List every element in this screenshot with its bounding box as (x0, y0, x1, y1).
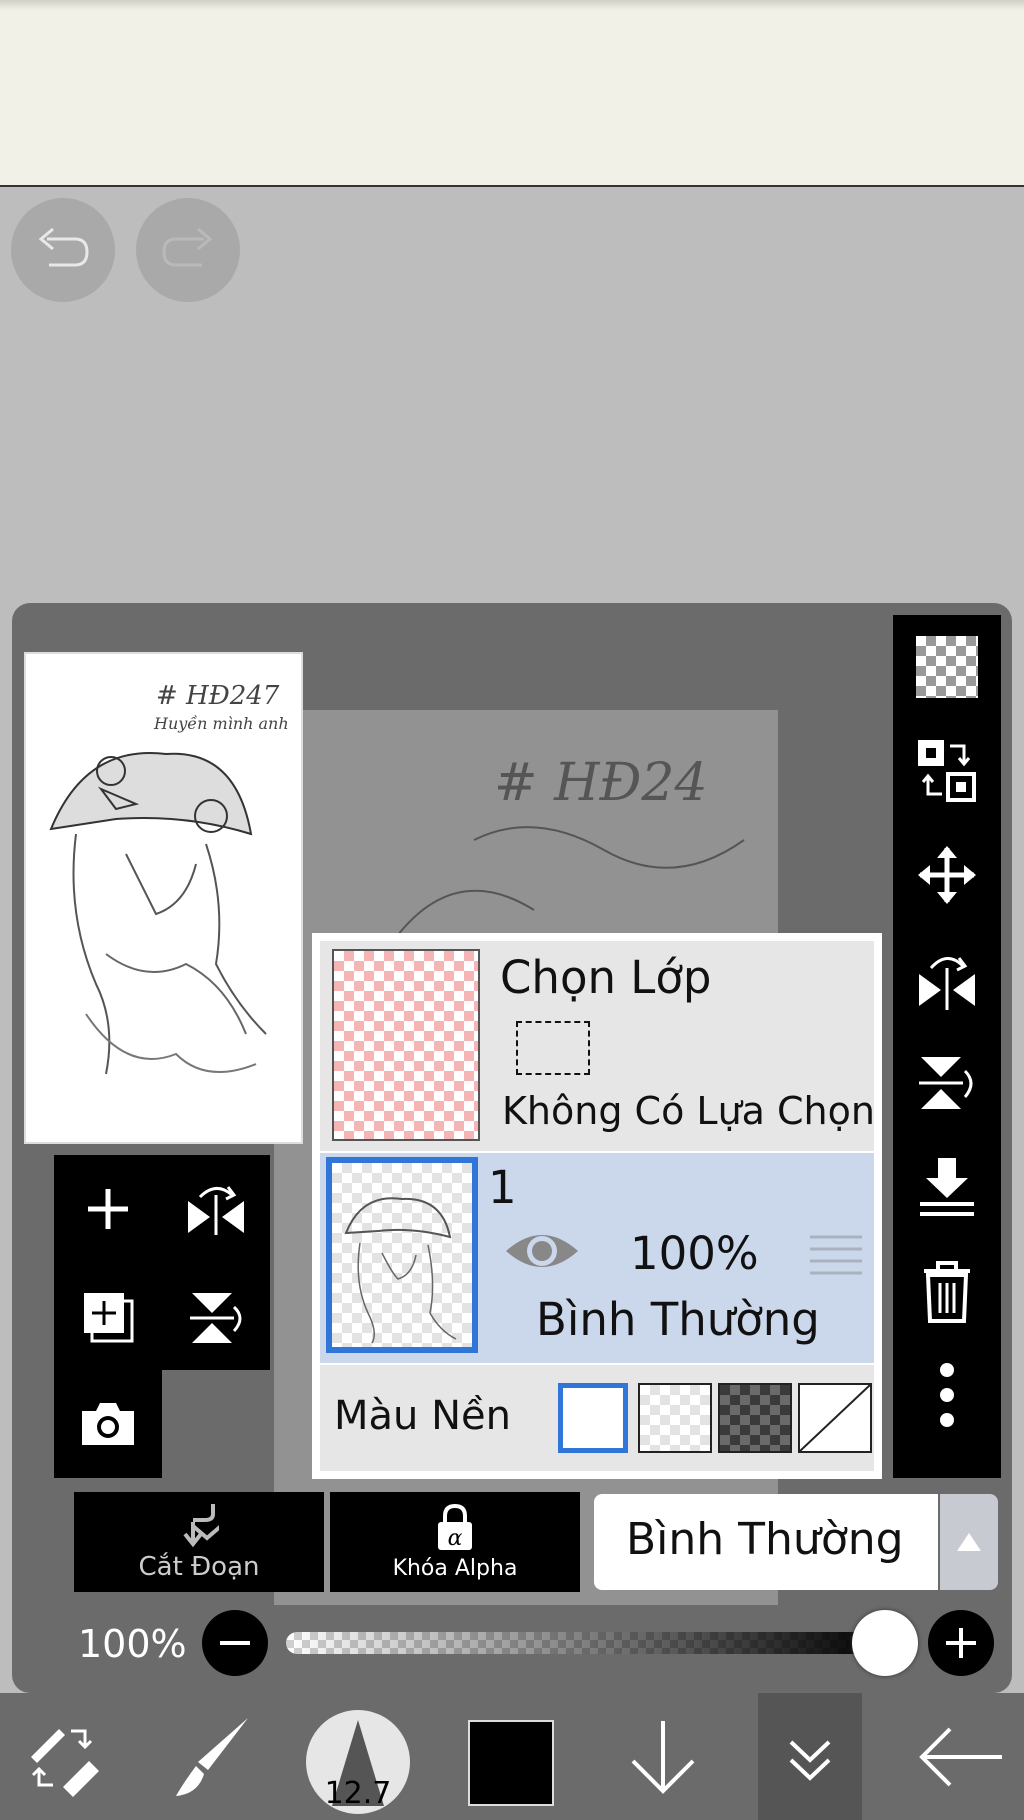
color-swatch-button[interactable] (468, 1720, 554, 1806)
svg-text:# HĐ247: # HĐ247 (156, 681, 280, 711)
top-bar (0, 0, 1024, 187)
layer-drag-handle[interactable] (808, 1233, 864, 1283)
move-icon (918, 846, 976, 904)
brush-size-button[interactable]: 12.7 (306, 1710, 410, 1814)
background-checker-dark-option[interactable] (718, 1383, 792, 1453)
flip-rotate-icon (919, 957, 975, 1010)
brush-tool-button[interactable] (150, 1693, 275, 1820)
layer-thumbnail (326, 1157, 478, 1353)
top-shadow (0, 0, 1024, 10)
plus-icon (946, 1628, 976, 1658)
brush-eraser-icon (30, 1728, 99, 1797)
trash-icon (924, 1261, 970, 1323)
layer-visibility-toggle[interactable] (504, 1225, 580, 1281)
layer-blend-mode: Bình Thường (536, 1293, 820, 1346)
blend-mode-value: Bình Thường (626, 1514, 904, 1565)
svg-text:# HĐ24: # HĐ24 (494, 753, 708, 813)
flip-horizontal-button[interactable] (162, 1155, 270, 1263)
drag-handle-icon (810, 1235, 862, 1275)
layer-row[interactable]: 1 100% Bình Thường (320, 1153, 874, 1363)
background-white-option[interactable] (558, 1383, 628, 1453)
checkerboard-icon (916, 636, 978, 698)
flip-vertical-icon (190, 1292, 242, 1343)
back-button[interactable] (898, 1693, 1024, 1820)
canvas-thumbnail[interactable]: # HĐ247 Huyền mình anh (24, 652, 303, 1144)
opacity-decrease-button[interactable] (202, 1610, 268, 1676)
arrow-down-icon (631, 1720, 694, 1794)
sketch-thumbnail-image: # HĐ247 Huyền mình anh (49, 681, 289, 1075)
eye-icon (506, 1235, 578, 1267)
duplicate-layer-button[interactable] (54, 1263, 162, 1370)
delete-layer-button[interactable] (893, 1239, 1001, 1343)
flip-horizontal-icon (188, 1186, 244, 1235)
svg-text:Huyền mình anh: Huyền mình anh (153, 714, 289, 733)
plus-icon (88, 1189, 128, 1229)
selection-layer-thumbnail (332, 949, 480, 1141)
flip-vertical-button[interactable] (162, 1263, 270, 1370)
selection-marquee-icon (516, 1021, 590, 1075)
selection-layer-row[interactable]: Chọn Lớp Không Có Lựa Chọn (320, 941, 875, 1151)
blend-mode-select[interactable]: Bình Thường (594, 1494, 938, 1590)
layer-thumbnail-image (344, 1197, 457, 1344)
layer-opacity: 100% (630, 1227, 759, 1280)
transparency-button[interactable] (893, 615, 1001, 719)
lock-icon: α (438, 1503, 472, 1551)
clipping-button[interactable]: Cắt Đoạn (74, 1492, 324, 1592)
merge-down-icon (920, 1158, 974, 1216)
layer-name: 1 (488, 1161, 517, 1214)
background-color-row: Màu Nền (320, 1365, 874, 1471)
more-vertical-icon (940, 1363, 954, 1427)
svg-text:α: α (448, 1526, 463, 1551)
right-tools-panel (893, 615, 1001, 1478)
flip-vertical-right-button[interactable] (893, 1031, 1001, 1135)
double-chevron-down-icon (789, 1740, 831, 1781)
merge-down-button[interactable] (893, 1135, 1001, 1239)
layer-list: Chọn Lớp Không Có Lựa Chọn 1 100% Bình T… (312, 933, 882, 1479)
no-background-icon (799, 1384, 871, 1452)
background-color-label: Màu Nền (334, 1393, 511, 1439)
selection-status: Không Có Lựa Chọn (502, 1089, 875, 1133)
duplicate-layer-icon (84, 1292, 134, 1342)
opacity-increase-button[interactable] (928, 1610, 994, 1676)
layers-panel-toggle[interactable] (758, 1693, 862, 1820)
blend-mode-dropdown-button[interactable] (940, 1494, 998, 1590)
swap-layer-button[interactable] (893, 719, 1001, 823)
add-layer-button[interactable] (54, 1155, 162, 1263)
scroll-down-button[interactable] (600, 1693, 725, 1820)
alpha-lock-button[interactable]: α Khóa Alpha (330, 1492, 580, 1592)
brush-icon (175, 1717, 248, 1796)
camera-button[interactable] (54, 1370, 162, 1478)
camera-icon (82, 1403, 134, 1445)
alpha-lock-label: Khóa Alpha (392, 1555, 518, 1581)
clipping-arrow-icon (183, 1504, 219, 1548)
swap-icon (918, 740, 976, 802)
undo-icon (38, 227, 89, 267)
redo-button[interactable] (136, 198, 240, 302)
opacity-slider-handle[interactable] (852, 1610, 918, 1676)
redo-icon (162, 227, 213, 267)
background-checker-light-option[interactable] (638, 1383, 712, 1453)
more-options-button[interactable] (893, 1343, 1001, 1447)
minus-icon (220, 1641, 250, 1645)
move-button[interactable] (893, 823, 1001, 927)
background-none-option[interactable] (798, 1383, 872, 1453)
flip-vertical-icon (919, 1057, 973, 1109)
clipping-label: Cắt Đoạn (138, 1552, 260, 1582)
opacity-label: 100% (78, 1622, 187, 1666)
selection-layer-title: Chọn Lớp (500, 951, 712, 1004)
tool-switch-button[interactable] (0, 1693, 125, 1820)
brush-size-value: 12.7 (324, 1776, 392, 1811)
opacity-slider[interactable] (286, 1632, 886, 1654)
triangle-up-icon (957, 1533, 981, 1551)
rotate-flip-button[interactable] (893, 927, 1001, 1031)
undo-button[interactable] (11, 198, 115, 302)
arrow-left-icon (919, 1727, 1002, 1786)
